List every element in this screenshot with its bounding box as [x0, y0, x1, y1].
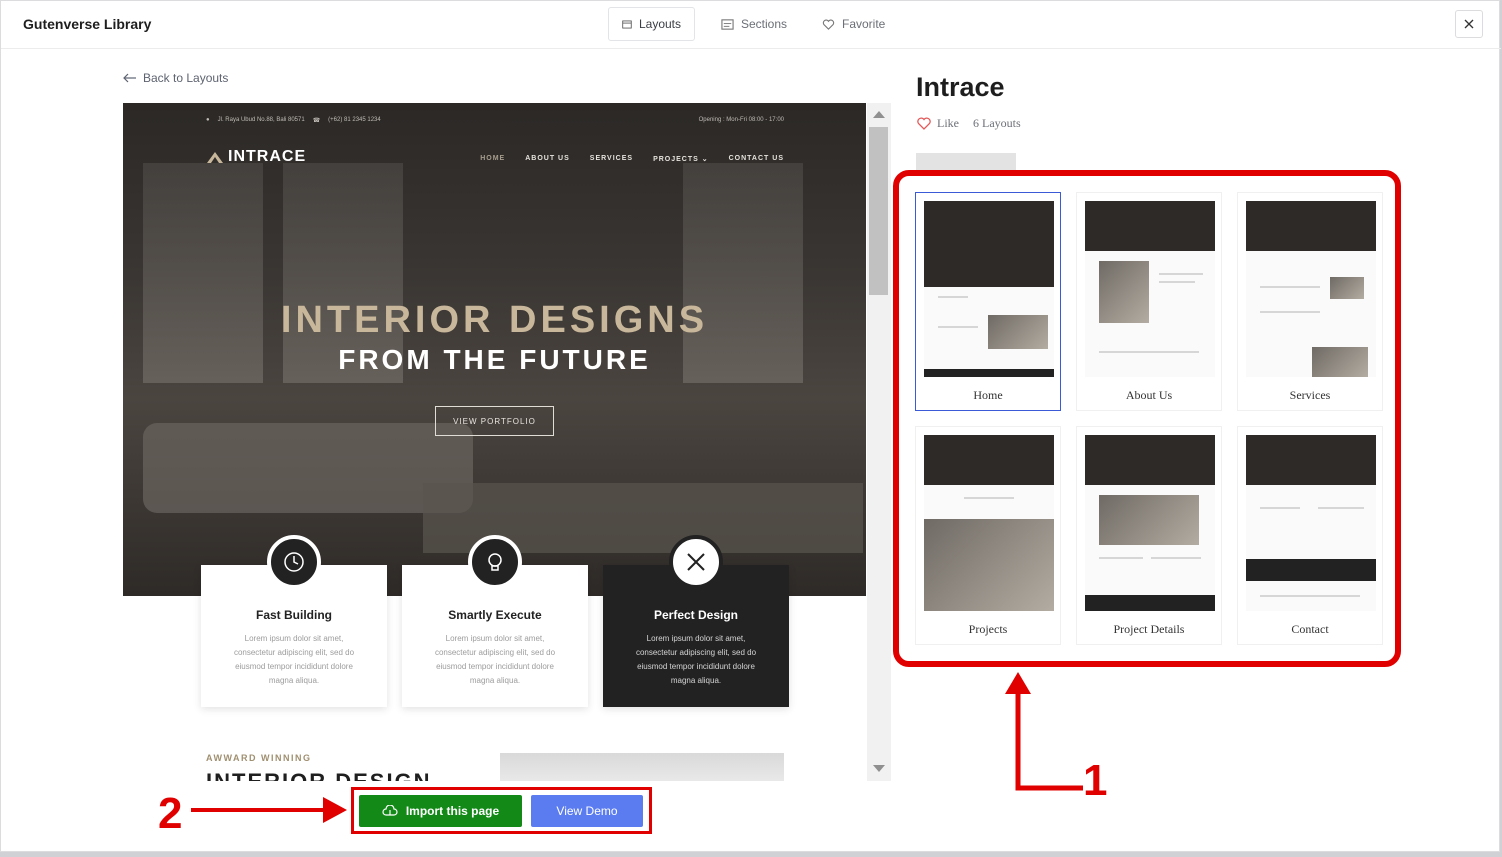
annotation-number-2: 2 [158, 789, 183, 838]
tab-sections[interactable]: Sections [708, 7, 800, 41]
site-nav-projects[interactable]: PROJECTS ⌄ [653, 155, 709, 163]
heart-icon [822, 18, 835, 30]
feature-card: Smartly Execute Lorem ipsum dolor sit am… [402, 535, 588, 707]
modal-header: Gutenverse Library Layouts Sections Favo… [1, 1, 1501, 49]
close-button[interactable] [1455, 10, 1483, 38]
topbar-phone: (+62) 81 2345 1234 [328, 117, 381, 123]
sections-icon [721, 18, 734, 30]
layout-preview[interactable]: ● Jl. Raya Ubud No.88, Bali 80571 ☎ (+62… [123, 103, 866, 781]
cloud-download-icon [382, 805, 398, 816]
site-nav-projects-label: PROJECTS [653, 156, 699, 163]
site-nav-contact[interactable]: CONTACT US [729, 155, 784, 163]
award-heading: INTERIOR DESIGN [206, 769, 432, 781]
award-label: AWWARD WINNING [206, 753, 312, 763]
tab-layouts[interactable]: Layouts [608, 7, 695, 41]
phone-icon: ☎ [312, 118, 321, 124]
chevron-down-icon: ⌄ [701, 156, 709, 163]
annotation-arrow-1 [1015, 691, 1083, 791]
site-logo: INTRACE [206, 148, 306, 166]
feature-text: Lorem ipsum dolor sit amet, consectetur … [233, 634, 355, 685]
annotation-arrowhead-1 [1005, 672, 1031, 694]
preview-scrollbar[interactable] [867, 103, 891, 781]
tab-layouts-label: Layouts [638, 17, 681, 31]
view-demo-button[interactable]: View Demo [531, 795, 643, 827]
lightbulb-icon [468, 535, 522, 589]
layout-icon [622, 20, 632, 28]
library-modal: Gutenverse Library Layouts Sections Favo… [0, 0, 1501, 852]
topbar-contact: ● Jl. Raya Ubud No.88, Bali 80571 ☎ (+62… [206, 117, 381, 124]
site-nav-about[interactable]: ABOUT US [525, 155, 570, 163]
feature-card: Fast Building Lorem ipsum dolor sit amet… [201, 535, 387, 707]
tab-sections-label: Sections [741, 17, 788, 31]
house-logo-icon [207, 152, 223, 163]
tab-favorite-label: Favorite [842, 17, 886, 31]
back-to-layouts-link[interactable]: Back to Layouts [123, 71, 228, 85]
feature-title: Perfect Design [653, 608, 739, 622]
topbar-address: Jl. Raya Ubud No.88, Bali 80571 [217, 117, 305, 123]
scroll-up-icon[interactable] [873, 111, 885, 118]
site-nav-home[interactable]: HOME [480, 155, 505, 163]
hero-heading: INTERIOR DESIGNS [280, 299, 709, 341]
design-tools-icon [669, 535, 723, 589]
annotation-arrowhead-2 [323, 797, 347, 823]
feature-title: Smartly Execute [448, 608, 542, 622]
back-link-label: Back to Layouts [143, 71, 229, 85]
tab-favorite[interactable]: Favorite [809, 7, 898, 41]
import-page-button[interactable]: Import this page [359, 795, 522, 827]
layout-title: Intrace [916, 72, 1005, 102]
site-logo-text: INTRACE [228, 148, 307, 165]
site-nav: HOME ABOUT US SERVICES PROJECTS ⌄ CONTAC… [480, 155, 784, 163]
feature-text: Lorem ipsum dolor sit amet, consectetur … [434, 634, 556, 685]
heart-icon[interactable] [917, 117, 931, 130]
cards-highlight-box [893, 170, 1401, 667]
feature-title: Fast Building [256, 608, 332, 622]
feature-card: Perfect Design Lorem ipsum dolor sit ame… [603, 535, 789, 707]
feature-text: Lorem ipsum dolor sit amet, consectetur … [635, 634, 757, 685]
hero-section: ● Jl. Raya Ubud No.88, Bali 80571 ☎ (+62… [123, 103, 866, 596]
topbar-opening: Opening : Mon-Fri 08:00 - 17:00 [698, 117, 784, 123]
scroll-thumb[interactable] [869, 127, 888, 295]
arrow-left-icon [123, 73, 136, 83]
layout-count: 6 Layouts [973, 116, 1021, 130]
view-portfolio-button[interactable]: VIEW PORTFOLIO [435, 406, 554, 436]
clock-icon [267, 535, 321, 589]
annotation-number-1: 1 [1083, 756, 1108, 805]
like-label[interactable]: Like [937, 116, 959, 131]
library-title: Gutenverse Library [23, 16, 152, 32]
scroll-down-icon[interactable] [873, 765, 885, 772]
hero-subheading: FROM THE FUTURE [338, 344, 651, 375]
award-image [500, 753, 784, 781]
site-nav-services[interactable]: SERVICES [590, 155, 633, 163]
like-row: Like 6 Layouts [917, 116, 1021, 131]
map-pin-icon: ● [206, 117, 210, 123]
import-button-label: Import this page [405, 804, 500, 818]
close-icon [1464, 19, 1474, 29]
